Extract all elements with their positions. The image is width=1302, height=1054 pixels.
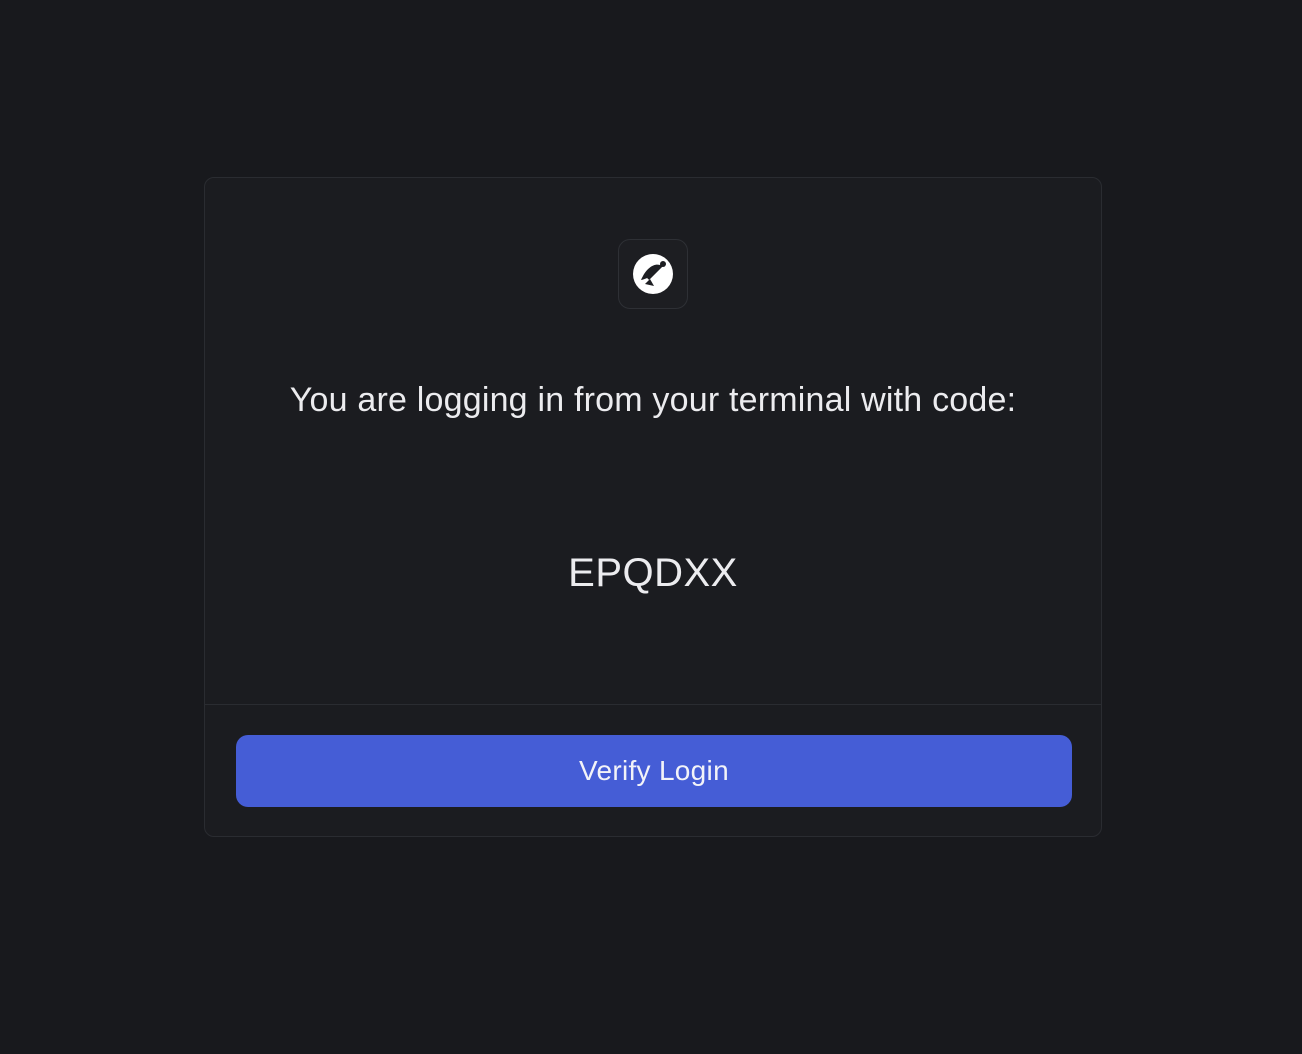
satellite-dish-icon xyxy=(633,254,673,294)
card-body: You are logging in from your terminal wi… xyxy=(205,178,1101,704)
login-verification-card: You are logging in from your terminal wi… xyxy=(204,177,1102,837)
app-logo xyxy=(618,239,688,309)
login-message: You are logging in from your terminal wi… xyxy=(289,381,1017,419)
verify-login-button[interactable]: Verify Login xyxy=(236,735,1072,807)
card-divider xyxy=(205,704,1101,705)
verification-code: EPQDXX xyxy=(568,551,738,595)
